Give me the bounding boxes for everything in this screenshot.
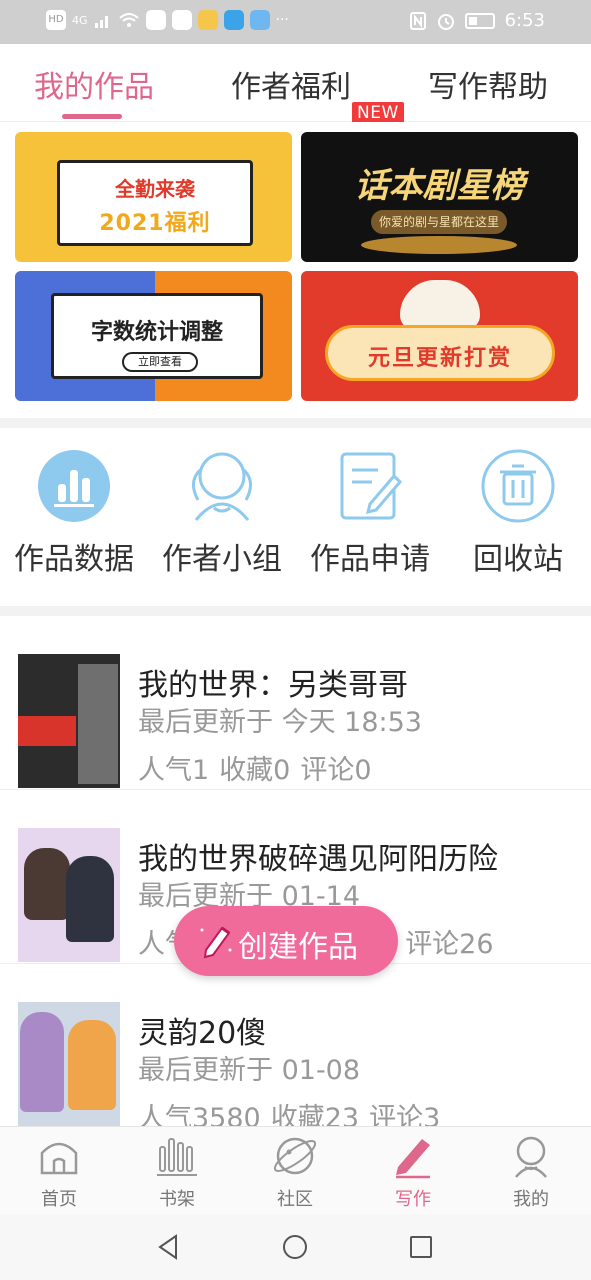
- home-circle-icon[interactable]: [280, 1232, 310, 1262]
- work-comments: 评论0: [300, 755, 372, 786]
- shortcut-label: 回收站: [473, 542, 563, 577]
- signal-icon: [94, 16, 108, 28]
- shortcut-label: 作品数据: [14, 542, 134, 577]
- works-list: 我的世界：另类哥哥 最后更新于 今天 18:53 人气1 收藏0 评论0 我的世界破…: [0, 616, 591, 1126]
- nav-label: 首页: [41, 1189, 77, 1210]
- nfc-icon: [409, 11, 426, 30]
- banner-new-year-reward[interactable]: 元旦更新打赏: [301, 271, 578, 401]
- shortcut-recycle-bin[interactable]: 回收站: [444, 448, 591, 578]
- group-avatar-icon: [192, 452, 252, 521]
- recents-icon[interactable]: [406, 1232, 436, 1262]
- hd-indicator: HD: [46, 10, 66, 30]
- work-cover: [18, 654, 120, 788]
- work-updated: 最后更新于 今天 18:53: [138, 707, 422, 738]
- nav-profile[interactable]: 我的: [472, 1133, 590, 1211]
- status-left: HD 4G ···: [46, 10, 289, 30]
- nav-label: 社区: [277, 1189, 313, 1210]
- shortcut-label: 作者小组: [162, 542, 282, 577]
- work-comments: 评论26: [405, 929, 494, 960]
- banner-grid: 全勤来袭 2021福利 话本剧星榜 你爱的剧与星都在这里 字数统计调整 立即查看…: [0, 122, 591, 418]
- nav-community[interactable]: 社区: [236, 1133, 354, 1211]
- banner-subtitle: 你爱的剧与星都在这里: [371, 210, 507, 234]
- status-right: 6:53: [409, 10, 545, 31]
- shortcut-author-group[interactable]: 作者小组: [148, 448, 296, 578]
- shortcut-works-application[interactable]: 作品申请: [296, 448, 444, 578]
- create-work-button[interactable]: 创建作品: [174, 906, 398, 976]
- nav-write[interactable]: 写作: [354, 1133, 472, 1211]
- banner-card: 元旦更新打赏: [325, 325, 555, 381]
- profile-icon: [515, 1136, 547, 1178]
- app-icon: [171, 10, 192, 30]
- top-tabs: 我的作品 作者福利 NEW 写作帮助: [0, 44, 591, 124]
- banner-title: 元旦更新打赏: [367, 346, 512, 371]
- wechat-icon: [145, 10, 166, 30]
- nav-label: 书架: [159, 1189, 195, 1210]
- edit-document-icon: [340, 452, 403, 520]
- system-nav-bar: [0, 1214, 591, 1280]
- work-favorites: 收藏23: [270, 1103, 360, 1126]
- nav-label: 写作: [395, 1189, 431, 1210]
- trash-icon: [481, 449, 555, 523]
- work-item[interactable]: 我的世界：另类哥哥 最后更新于 今天 18:53 人气1 收藏0 评论0: [0, 616, 591, 790]
- alarm-icon: [437, 13, 454, 30]
- gallery-icon: [249, 10, 270, 30]
- tab-my-works[interactable]: 我的作品: [34, 62, 154, 106]
- banner-card: 全勤来袭 2021福利: [57, 160, 253, 246]
- work-comments: 评论3: [369, 1103, 441, 1126]
- stage-graphic: [361, 236, 517, 254]
- status-time: 6:53: [504, 10, 545, 31]
- browser-icon: [223, 10, 244, 30]
- section-divider: [0, 418, 591, 428]
- view-now-button[interactable]: 立即查看: [122, 352, 198, 372]
- pen-icon: [396, 1139, 430, 1179]
- planet-icon: [273, 1137, 317, 1175]
- shortcut-label: 作品申请: [310, 542, 430, 577]
- create-work-label: 创建作品: [238, 930, 358, 965]
- banner-word-count-adjustment[interactable]: 字数统计调整 立即查看: [15, 271, 292, 401]
- news-app-icon: [197, 10, 218, 30]
- active-tab-indicator: [62, 114, 122, 119]
- banner-title: 字数统计调整: [90, 320, 223, 345]
- status-bar: HD 4G ··· 6:53: [0, 0, 591, 44]
- bar-chart-icon: [38, 450, 110, 522]
- banner-drama-star-ranking[interactable]: 话本剧星榜 你爱的剧与星都在这里: [301, 132, 578, 262]
- banner-attendance-benefit[interactable]: 全勤来袭 2021福利: [15, 132, 292, 262]
- bookshelf-icon: [157, 1138, 197, 1176]
- tab-writing-help[interactable]: 写作帮助: [428, 62, 548, 106]
- pencil-icon: [200, 926, 232, 959]
- work-title: 我的世界：另类哥哥: [138, 668, 408, 703]
- home-icon: [40, 1142, 78, 1175]
- work-cover: [18, 828, 120, 962]
- banner-title: 话本剧星榜: [354, 166, 525, 206]
- banner-card: 字数统计调整 立即查看: [51, 293, 263, 379]
- wifi-icon: [118, 13, 139, 27]
- work-popularity: 人气1: [138, 755, 210, 786]
- banner-line1: 全勤来袭: [115, 177, 195, 201]
- work-stats: 人气3580 收藏23 评论3: [138, 1096, 450, 1126]
- tab-author-benefits[interactable]: 作者福利: [231, 62, 351, 106]
- bottom-nav: 首页 书架 社区 写作 我的: [0, 1126, 591, 1214]
- work-stats: 人气1 收藏0 评论0: [138, 748, 382, 787]
- work-updated: 最后更新于 01-08: [138, 1055, 361, 1086]
- work-popularity: 人气3580: [138, 1103, 261, 1126]
- nav-label: 我的: [513, 1189, 549, 1210]
- shortcut-row: 作品数据 作者小组 作品申请 回收站: [0, 428, 591, 606]
- work-item[interactable]: 灵韵20傻 最后更新于 01-08 人气3580 收藏23 评论3: [0, 964, 591, 1126]
- more-notifications: ···: [275, 12, 289, 28]
- signal-4g-indicator: 4G: [72, 13, 88, 27]
- new-badge: NEW: [352, 102, 404, 124]
- banner-line2: 2021福利: [99, 211, 211, 236]
- back-icon[interactable]: [154, 1232, 184, 1262]
- nav-home[interactable]: 首页: [0, 1133, 118, 1211]
- battery-icon: [464, 12, 495, 29]
- section-divider: [0, 606, 591, 616]
- work-title: 灵韵20傻: [138, 1016, 267, 1051]
- work-title: 我的世界破碎遇见阿阳历险: [138, 842, 498, 877]
- work-favorites: 收藏0: [219, 755, 291, 786]
- nav-bookshelf[interactable]: 书架: [118, 1133, 236, 1211]
- work-cover: [18, 1002, 120, 1126]
- shortcut-works-data[interactable]: 作品数据: [0, 448, 148, 578]
